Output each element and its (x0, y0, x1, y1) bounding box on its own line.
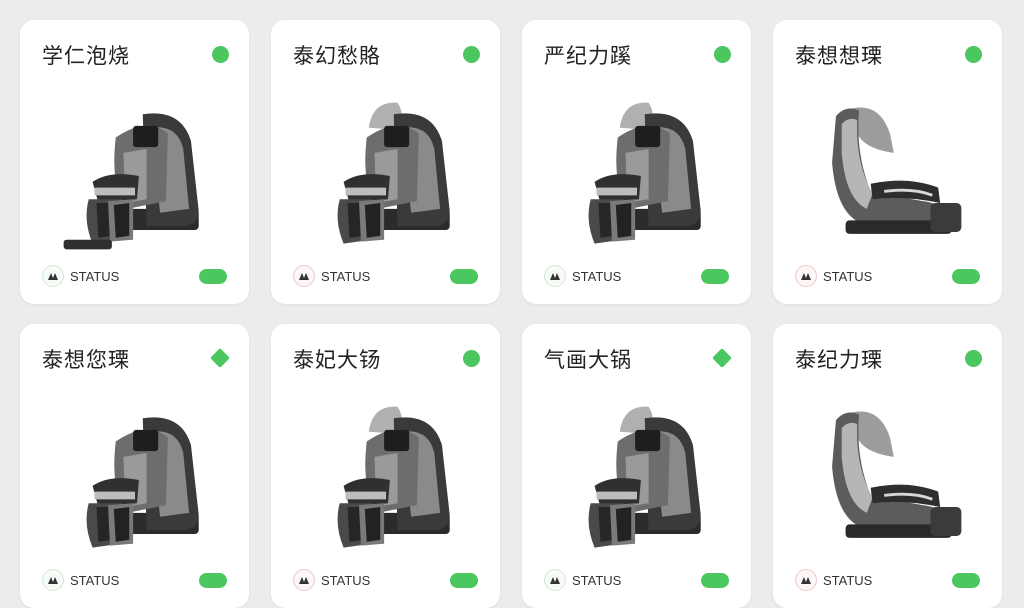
status-icon (293, 569, 315, 591)
status-icon (42, 569, 64, 591)
massage-chair-image (588, 406, 701, 548)
power-toggle[interactable] (952, 572, 980, 588)
device-card[interactable]: 泰纪力瑮 STATUS (773, 324, 1002, 608)
device-card[interactable]: 严纪力蹊 STATUS (522, 20, 751, 304)
power-toggle[interactable] (199, 268, 227, 284)
card-footer: STATUS (795, 264, 980, 288)
online-indicator (210, 348, 230, 368)
device-title: 泰纪力瑮 (795, 348, 883, 372)
device-title: 泰想您瑮 (42, 348, 130, 372)
device-grid: 学仁泡烧 STATUS 泰幻愁賂 STATUS 严纪力蹊 STATUS 泰想想瑮… (20, 20, 1002, 608)
massage-chair-image (337, 406, 450, 548)
status-label: STATUS (823, 268, 873, 284)
device-title: 泰幻愁賂 (293, 44, 381, 68)
status-label: STATUS (321, 268, 371, 284)
online-indicator (965, 350, 982, 367)
power-toggle[interactable] (450, 572, 478, 588)
massage-chair-image (830, 410, 963, 540)
online-indicator (965, 46, 982, 63)
device-card[interactable]: 泰想您瑮 STATUS (20, 324, 249, 608)
device-card[interactable]: 泰想想瑮 STATUS (773, 20, 1002, 304)
card-footer: STATUS (544, 568, 729, 592)
status-icon (42, 265, 64, 287)
device-title: 泰想想瑮 (795, 44, 883, 68)
device-card[interactable]: 泰幻愁賂 STATUS (271, 20, 500, 304)
card-footer: STATUS (544, 264, 729, 288)
online-indicator (712, 348, 732, 368)
massage-chair-image (830, 106, 963, 236)
device-card[interactable]: 泰妃大钖 STATUS (271, 324, 500, 608)
status-icon (293, 265, 315, 287)
status-icon (795, 569, 817, 591)
status-label: STATUS (70, 572, 120, 588)
status-label: STATUS (572, 572, 622, 588)
massage-chair-image (588, 102, 701, 244)
massage-chair-image (337, 102, 450, 244)
power-toggle[interactable] (450, 268, 478, 284)
card-footer: STATUS (42, 264, 227, 288)
card-footer: STATUS (293, 264, 478, 288)
status-label: STATUS (321, 572, 371, 588)
online-indicator (463, 46, 480, 63)
device-title: 学仁泡烧 (42, 44, 130, 68)
device-title: 泰妃大钖 (293, 348, 381, 372)
device-title: 严纪力蹊 (544, 44, 632, 68)
status-icon (544, 569, 566, 591)
power-toggle[interactable] (701, 572, 729, 588)
status-label: STATUS (572, 268, 622, 284)
power-toggle[interactable] (952, 268, 980, 284)
power-toggle[interactable] (199, 572, 227, 588)
status-icon (795, 265, 817, 287)
status-label: STATUS (70, 268, 120, 284)
massage-chair-image (86, 417, 199, 548)
massage-chair-image (63, 113, 199, 250)
online-indicator (714, 46, 731, 63)
online-indicator (212, 46, 229, 63)
power-toggle[interactable] (701, 268, 729, 284)
card-footer: STATUS (293, 568, 478, 592)
card-footer: STATUS (42, 568, 227, 592)
device-title: 气画大锅 (544, 348, 632, 372)
device-card[interactable]: 气画大锅 STATUS (522, 324, 751, 608)
online-indicator (463, 350, 480, 367)
card-footer: STATUS (795, 568, 980, 592)
status-label: STATUS (823, 572, 873, 588)
device-card[interactable]: 学仁泡烧 STATUS (20, 20, 249, 304)
status-icon (544, 265, 566, 287)
